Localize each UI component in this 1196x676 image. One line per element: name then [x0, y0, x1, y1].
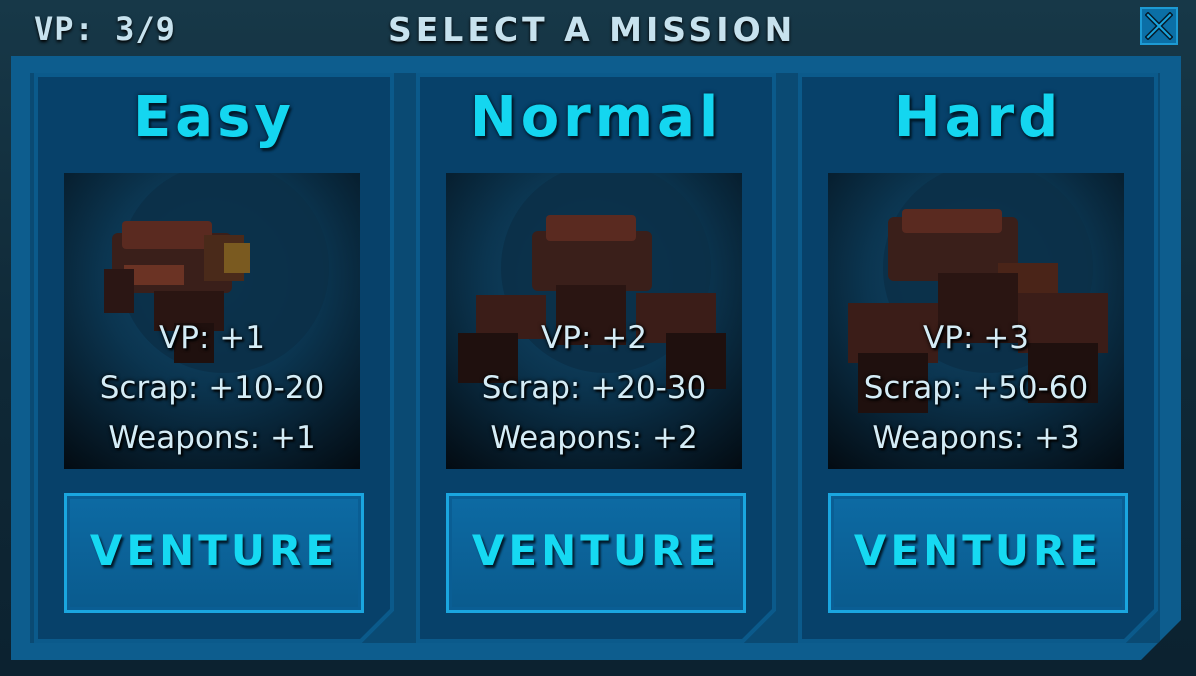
difficulty-title: Hard	[893, 85, 1063, 150]
scrap-reward: Scrap: +20-30	[481, 370, 707, 406]
mission-stats: VP: +3 Scrap: +50-60 Weapons: +3	[828, 313, 1124, 463]
mission-stats: VP: +1 Scrap: +10-20 Weapons: +1	[64, 313, 360, 463]
mission-card-easy: Easy VP: +1 Scrap: +10-20 Weapons: +1 VE…	[34, 73, 394, 643]
mech-portrait: VP: +3 Scrap: +50-60 Weapons: +3	[828, 173, 1124, 469]
page-title: SELECT A MISSION	[388, 10, 797, 49]
mission-card-hard: Hard VP: +3 Scrap: +50-60 Weapons: +3 VE…	[798, 73, 1158, 643]
mission-stats: VP: +2 Scrap: +20-30 Weapons: +2	[446, 313, 742, 463]
vp-status: VP: 3/9	[34, 10, 176, 48]
close-button[interactable]	[1140, 7, 1178, 45]
vp-reward: VP: +2	[541, 320, 647, 356]
venture-button-hard[interactable]: VENTURE	[828, 493, 1128, 613]
mech-portrait: VP: +1 Scrap: +10-20 Weapons: +1	[64, 173, 360, 469]
venture-label: VENTURE	[853, 526, 1103, 575]
mission-card-normal: Normal VP: +2 Scrap: +20-30 Weapons: +2 …	[416, 73, 776, 643]
scrap-reward: Scrap: +10-20	[99, 370, 325, 406]
vp-reward: VP: +1	[159, 320, 265, 356]
top-bar: VP: 3/9 SELECT A MISSION	[0, 0, 1196, 58]
difficulty-title: Normal	[469, 85, 723, 150]
vp-reward: VP: +3	[923, 320, 1029, 356]
venture-label: VENTURE	[89, 526, 339, 575]
venture-button-normal[interactable]: VENTURE	[446, 493, 746, 613]
venture-button-easy[interactable]: VENTURE	[64, 493, 364, 613]
difficulty-title: Easy	[133, 85, 295, 150]
weapons-reward: Weapons: +2	[490, 420, 698, 456]
close-icon	[1145, 12, 1173, 40]
scrap-reward: Scrap: +50-60	[863, 370, 1089, 406]
venture-label: VENTURE	[471, 526, 721, 575]
weapons-reward: Weapons: +3	[872, 420, 1080, 456]
mech-portrait: VP: +2 Scrap: +20-30 Weapons: +2	[446, 173, 742, 469]
weapons-reward: Weapons: +1	[108, 420, 316, 456]
